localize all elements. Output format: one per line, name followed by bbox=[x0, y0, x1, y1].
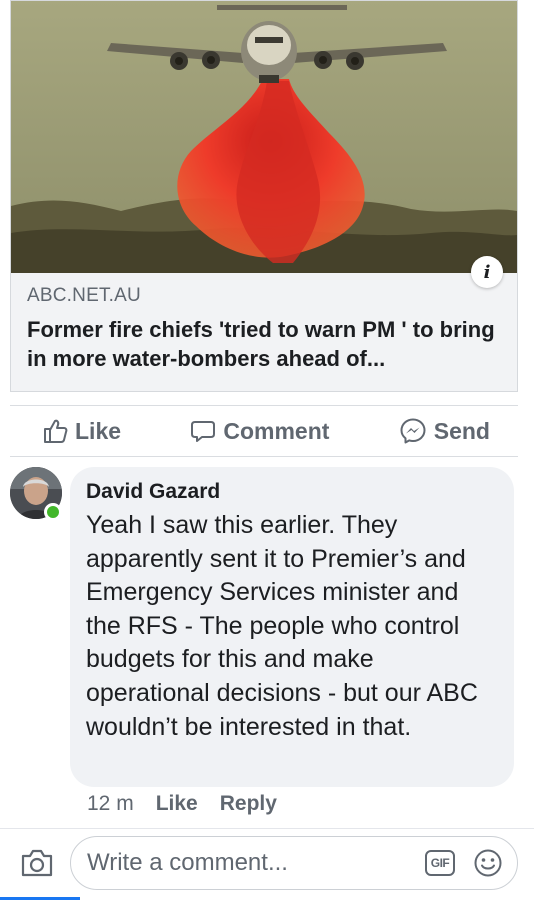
comment-input[interactable]: Write a comment... bbox=[87, 849, 425, 877]
comment-button[interactable]: Comment bbox=[190, 418, 329, 445]
comment-bubble-icon bbox=[191, 421, 216, 442]
air-tanker-photo bbox=[11, 1, 517, 273]
article-image[interactable] bbox=[11, 1, 517, 273]
messenger-icon bbox=[400, 418, 426, 444]
camera-icon bbox=[21, 849, 53, 877]
like-label: Like bbox=[75, 417, 122, 444]
thumbs-up-icon bbox=[44, 419, 68, 443]
bottom-accent-bar bbox=[0, 897, 80, 900]
link-title[interactable]: Former fire chiefs 'tried to warn PM ' t… bbox=[27, 315, 501, 373]
comment-like-button[interactable]: Like bbox=[156, 792, 198, 816]
online-status-indicator bbox=[44, 503, 62, 521]
emoji-icon[interactable] bbox=[473, 848, 503, 878]
camera-button[interactable] bbox=[20, 848, 54, 878]
info-icon[interactable]: i bbox=[471, 256, 503, 288]
link-meta[interactable]: ABC.NET.AU Former fire chiefs 'tried to … bbox=[11, 273, 517, 391]
link-preview-card[interactable]: i ABC.NET.AU Former fire chiefs 'tried t… bbox=[10, 0, 518, 392]
gif-button[interactable]: GIF bbox=[425, 850, 455, 876]
post-action-bar: Like Comment Send bbox=[10, 405, 518, 457]
send-button[interactable]: Send bbox=[399, 417, 490, 445]
comment-text: Yeah I saw this earlier. They apparently… bbox=[86, 511, 478, 741]
comment-meta: 12 m Like Reply bbox=[87, 792, 277, 816]
comment-label: Comment bbox=[223, 417, 330, 444]
comment-author[interactable]: David Gazard bbox=[86, 480, 498, 504]
composer-divider bbox=[0, 828, 534, 829]
comment-reply-button[interactable]: Reply bbox=[220, 792, 277, 816]
comment-bubble[interactable]: David Gazard Yeah I saw this earlier. Th… bbox=[70, 467, 514, 787]
comment-composer[interactable]: Write a comment... GIF bbox=[70, 836, 518, 890]
comment-timestamp[interactable]: 12 m bbox=[87, 792, 134, 816]
send-label: Send bbox=[433, 417, 490, 444]
link-domain: ABC.NET.AU bbox=[27, 285, 141, 306]
like-button[interactable]: Like bbox=[42, 418, 121, 445]
